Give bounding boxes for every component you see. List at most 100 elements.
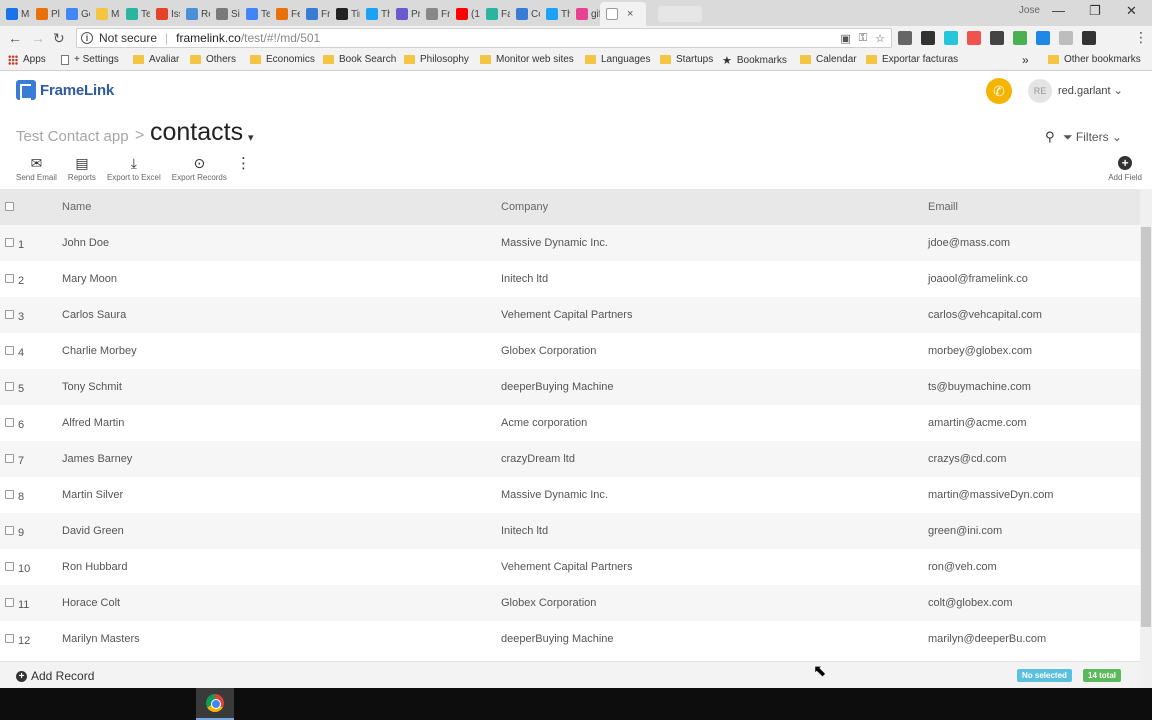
column-header-email[interactable]: Emaill xyxy=(928,201,958,213)
row-checkbox[interactable] xyxy=(5,274,14,283)
close-tab-icon[interactable]: × xyxy=(627,8,633,20)
table-row[interactable]: 1 John Doe Massive Dynamic Inc. jdoe@mass.c… xyxy=(0,225,1140,261)
cell-name[interactable]: Alfred Martin xyxy=(62,417,124,429)
bookmark-item[interactable]: Exportar facturas xyxy=(866,54,958,65)
row-checkbox[interactable] xyxy=(5,598,14,607)
row-checkbox[interactable] xyxy=(5,454,14,463)
row-checkbox[interactable] xyxy=(5,418,14,427)
browser-tab[interactable]: Pla xyxy=(30,2,60,26)
site-info-icon[interactable]: i xyxy=(81,32,93,44)
cell-name[interactable]: Mary Moon xyxy=(62,273,117,285)
forward-icon[interactable]: → xyxy=(31,30,45,46)
cell-company[interactable]: Vehement Capital Partners xyxy=(501,309,632,321)
table-row[interactable]: 6 Alfred Martin Acme corporation amartin@ac… xyxy=(0,405,1140,441)
cell-company[interactable]: Massive Dynamic Inc. xyxy=(501,237,608,249)
extension-icon[interactable] xyxy=(1036,31,1050,45)
close-window-icon[interactable]: ✕ xyxy=(1126,3,1137,19)
taskbar-chrome-button[interactable] xyxy=(196,688,234,720)
row-checkbox[interactable] xyxy=(5,382,14,391)
row-checkbox[interactable] xyxy=(5,310,14,319)
cell-company[interactable]: Massive Dynamic Inc. xyxy=(501,489,608,501)
phone-button[interactable]: ✆ xyxy=(986,78,1012,104)
add-record-button[interactable]: + Add Record xyxy=(16,669,94,683)
address-bar[interactable]: i Not secure | framelink.co /test/#!/md/… xyxy=(76,28,892,48)
send-email-button[interactable]: ✉ Send Email xyxy=(16,154,57,182)
breadcrumb-app-link[interactable]: Test Contact app xyxy=(16,128,129,145)
extension-icon[interactable] xyxy=(1059,31,1073,45)
row-checkbox[interactable] xyxy=(5,490,14,499)
cell-email[interactable]: jdoe@mass.com xyxy=(928,237,1010,249)
cell-email[interactable]: crazys@cd.com xyxy=(928,453,1006,465)
bookmarks-overflow-icon[interactable]: » xyxy=(1022,53,1029,67)
browser-tab[interactable]: gif xyxy=(570,2,600,26)
browser-tab[interactable]: Rei xyxy=(180,2,210,26)
browser-tab[interactable]: Pre xyxy=(390,2,420,26)
extension-icon[interactable] xyxy=(1082,31,1096,45)
avatar[interactable]: RE xyxy=(1028,79,1052,103)
extension-icon[interactable] xyxy=(990,31,1004,45)
extension-icon[interactable] xyxy=(967,31,981,45)
restore-icon[interactable]: ❐ xyxy=(1089,3,1101,19)
table-row[interactable]: 10 Ron Hubbard Vehement Capital Partners ro… xyxy=(0,549,1140,585)
extension-icon[interactable] xyxy=(898,31,912,45)
bookmark-item[interactable]: Philosophy xyxy=(404,54,469,65)
cell-name[interactable]: James Barney xyxy=(62,453,132,465)
cell-name[interactable]: Marilyn Masters xyxy=(62,633,140,645)
reports-button[interactable]: ▤ Reports xyxy=(68,154,96,182)
minimize-icon[interactable]: — xyxy=(1052,3,1065,18)
row-checkbox[interactable] xyxy=(5,238,14,247)
browser-tab[interactable]: Co xyxy=(510,2,540,26)
cell-name[interactable]: David Green xyxy=(62,525,124,537)
chevron-down-icon[interactable]: ▾ xyxy=(248,131,254,144)
table-row[interactable]: 11 Horace Colt Globex Corporation colt@glob… xyxy=(0,585,1140,621)
browser-tab[interactable]: Fra xyxy=(300,2,330,26)
export-to-excel-button[interactable]: ⤓ Export to Excel xyxy=(107,154,161,182)
bookmark-item[interactable]: Others xyxy=(190,54,236,65)
cell-company[interactable]: Globex Corporation xyxy=(501,345,596,357)
cell-company[interactable]: Acme corporation xyxy=(501,417,587,429)
table-row[interactable]: 8 Martin Silver Massive Dynamic Inc. martin… xyxy=(0,477,1140,513)
browser-tab[interactable]: Silv xyxy=(210,2,240,26)
cell-name[interactable]: Ron Hubbard xyxy=(62,561,127,573)
extension-icon[interactable] xyxy=(921,31,935,45)
browser-tab[interactable]: Go xyxy=(60,2,90,26)
new-tab-button[interactable] xyxy=(658,6,702,22)
browser-tab[interactable]: Fev xyxy=(270,2,300,26)
bookmark-item[interactable]: Calendar xyxy=(800,54,857,65)
search-icon[interactable]: ⚲ xyxy=(1045,129,1055,145)
column-header-name[interactable]: Name xyxy=(62,201,91,213)
cell-company[interactable]: Vehement Capital Partners xyxy=(501,561,632,573)
profile-chip[interactable]: Jose xyxy=(1019,5,1040,16)
cell-company[interactable]: deeperBuying Machine xyxy=(501,381,614,393)
camera-icon[interactable]: ▣ xyxy=(840,32,850,45)
extension-icon[interactable] xyxy=(1013,31,1027,45)
cell-email[interactable]: joaool@framelink.co xyxy=(928,273,1028,285)
cell-email[interactable]: carlos@vehcapital.com xyxy=(928,309,1042,321)
bookmark-item[interactable]: Book Search xyxy=(323,54,396,65)
browser-tab[interactable]: Tea xyxy=(120,2,150,26)
cell-company[interactable]: Initech ltd xyxy=(501,525,548,537)
cell-email[interactable]: amartin@acme.com xyxy=(928,417,1027,429)
cell-company[interactable]: Globex Corporation xyxy=(501,597,596,609)
cell-name[interactable]: Martin Silver xyxy=(62,489,123,501)
table-row[interactable]: 7 James Barney crazyDream ltd crazys@cd.com xyxy=(0,441,1140,477)
cell-name[interactable]: Charlie Morbey xyxy=(62,345,137,357)
scrollbar-thumb[interactable] xyxy=(1141,227,1151,627)
browser-tab[interactable]: Fas xyxy=(480,2,510,26)
table-row[interactable]: 2 Mary Moon Initech ltd joaool@framelink.co xyxy=(0,261,1140,297)
cell-name[interactable]: Tony Schmit xyxy=(62,381,122,393)
bookmark-item[interactable]: Apps xyxy=(8,54,46,65)
bookmark-item[interactable]: Startups xyxy=(660,54,713,65)
row-checkbox[interactable] xyxy=(5,634,14,643)
user-menu[interactable]: red.garlant ⌄ xyxy=(1058,84,1123,97)
column-header-company[interactable]: Company xyxy=(501,201,548,213)
table-row[interactable]: 5 Tony Schmit deeperBuying Machine ts@buyma… xyxy=(0,369,1140,405)
browser-tab[interactable]: Issu xyxy=(150,2,180,26)
bookmark-star-icon[interactable]: ☆ xyxy=(875,32,885,45)
table-row[interactable]: 3 Carlos Saura Vehement Capital Partners ca… xyxy=(0,297,1140,333)
browser-tab[interactable]: Ma xyxy=(0,2,30,26)
table-row[interactable]: 9 David Green Initech ltd green@ini.com xyxy=(0,513,1140,549)
cell-name[interactable]: John Doe xyxy=(62,237,109,249)
filters-button[interactable]: ⏷ Filters ⌄ xyxy=(1063,130,1122,145)
table-row[interactable]: 12 Marilyn Masters deeperBuying Machine mar… xyxy=(0,621,1140,657)
